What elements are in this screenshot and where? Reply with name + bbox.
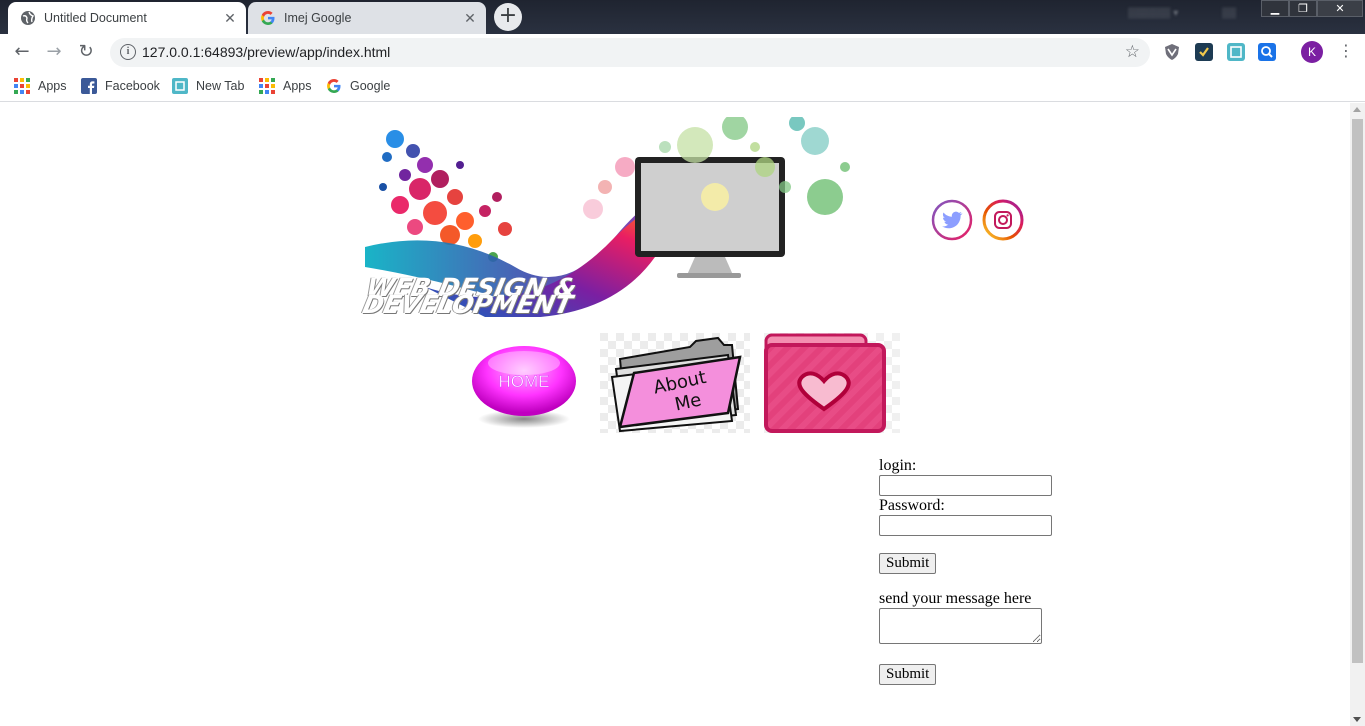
check-extension-icon[interactable] xyxy=(1195,43,1213,61)
apps-grid-icon xyxy=(14,78,30,94)
site-info-icon[interactable]: i xyxy=(120,44,136,60)
message-textarea[interactable] xyxy=(879,608,1042,644)
profile-avatar[interactable]: K xyxy=(1301,41,1323,63)
home-button[interactable]: HOME xyxy=(470,333,578,433)
close-tab-icon[interactable]: ✕ xyxy=(218,10,242,27)
address-bar[interactable]: i 127.0.0.1:64893/preview/app/index.html… xyxy=(110,38,1150,67)
menu-kebab-icon[interactable]: ⋮ xyxy=(1338,42,1354,62)
password-label: Password: xyxy=(879,497,945,514)
scroll-down-icon[interactable] xyxy=(1353,717,1361,722)
bookmark-label: Apps xyxy=(38,79,67,93)
new-tab-icon xyxy=(172,78,188,94)
bookmark-label: Apps xyxy=(283,79,312,93)
bookmark-facebook[interactable]: Facebook xyxy=(81,76,160,96)
bookmark-label: Google xyxy=(350,79,391,93)
bookmark-label: New Tab xyxy=(196,79,245,93)
search-extension-icon[interactable] xyxy=(1258,43,1276,61)
forward-icon[interactable]: → xyxy=(42,40,66,64)
twitter-icon[interactable] xyxy=(931,199,973,241)
bookmark-google[interactable]: Google xyxy=(326,76,390,96)
bookmark-label: Facebook xyxy=(105,79,160,93)
bookmark-apps-2[interactable]: Apps xyxy=(259,76,312,96)
facebook-icon xyxy=(81,78,97,94)
tab-imej-google[interactable]: Imej Google ✕ xyxy=(248,2,486,34)
tab-title: Untitled Document xyxy=(44,11,147,25)
shield-extension-icon[interactable] xyxy=(1163,43,1181,61)
login-label: login: xyxy=(879,457,917,474)
submit-button[interactable]: Submit xyxy=(879,553,937,574)
globe-icon xyxy=(20,10,36,26)
bookmark-apps[interactable]: Apps xyxy=(14,76,67,96)
bookmark-new-tab[interactable]: New Tab xyxy=(172,76,244,96)
window-close-icon[interactable]: ✕ xyxy=(1317,0,1363,17)
scrollbar-thumb[interactable] xyxy=(1352,119,1363,663)
bookmark-star-icon[interactable]: ☆ xyxy=(1125,42,1140,62)
close-tab-icon[interactable]: ✕ xyxy=(458,10,482,27)
web-design-banner-image: WEB DESIGN & DEVELOPMENT xyxy=(360,114,855,319)
favorites-button[interactable] xyxy=(764,333,900,433)
tab-strip: Untitled Document ✕ Imej Google ✕ + ▒▒▒▒… xyxy=(0,0,1365,34)
login-input[interactable] xyxy=(879,475,1052,496)
window-decoration: ▒▒▒▒▒▒ ▾ xyxy=(1128,8,1179,19)
about-me-button[interactable]: About Me xyxy=(600,333,750,433)
restore-icon[interactable]: ❐ xyxy=(1289,0,1317,17)
window-decoration: ▒▒ xyxy=(1222,8,1237,19)
tab-title: Imej Google xyxy=(284,11,352,25)
message-label: send your message here xyxy=(879,590,1032,607)
tab-untitled-document[interactable]: Untitled Document ✕ xyxy=(8,2,246,34)
window-controls: ▁ ❐ ✕ xyxy=(1261,0,1363,18)
home-label: HOME xyxy=(499,372,550,391)
new-tab-button[interactable]: + xyxy=(494,3,522,31)
scroll-up-icon[interactable] xyxy=(1353,107,1361,112)
browser-toolbar: ← → ↻ i 127.0.0.1:64893/preview/app/inde… xyxy=(0,34,1365,70)
page-viewport: WEB DESIGN & DEVELOPMENT HOME About Me l… xyxy=(0,103,1350,726)
url-text[interactable]: 127.0.0.1:64893/preview/app/index.html xyxy=(142,44,390,60)
square-extension-icon[interactable] xyxy=(1227,43,1245,61)
login-form: login: Password: Submit send your messag… xyxy=(879,457,1052,685)
google-icon xyxy=(260,10,276,26)
bookmarks-bar: Apps Facebook New Tab Apps Google xyxy=(0,70,1365,102)
password-input[interactable] xyxy=(879,515,1052,536)
reload-icon[interactable]: ↻ xyxy=(74,40,98,64)
banner-title: WEB DESIGN & DEVELOPMENT xyxy=(360,273,579,319)
message-submit-button[interactable]: Submit xyxy=(879,664,937,685)
banner-line-2: DEVELOPMENT xyxy=(360,290,576,319)
apps-grid-icon xyxy=(259,78,275,94)
page-scrollbar[interactable] xyxy=(1350,103,1365,726)
back-icon[interactable]: ← xyxy=(10,40,34,64)
instagram-icon[interactable] xyxy=(982,199,1024,241)
google-icon xyxy=(326,78,342,94)
minimize-icon[interactable]: ▁ xyxy=(1261,0,1289,17)
